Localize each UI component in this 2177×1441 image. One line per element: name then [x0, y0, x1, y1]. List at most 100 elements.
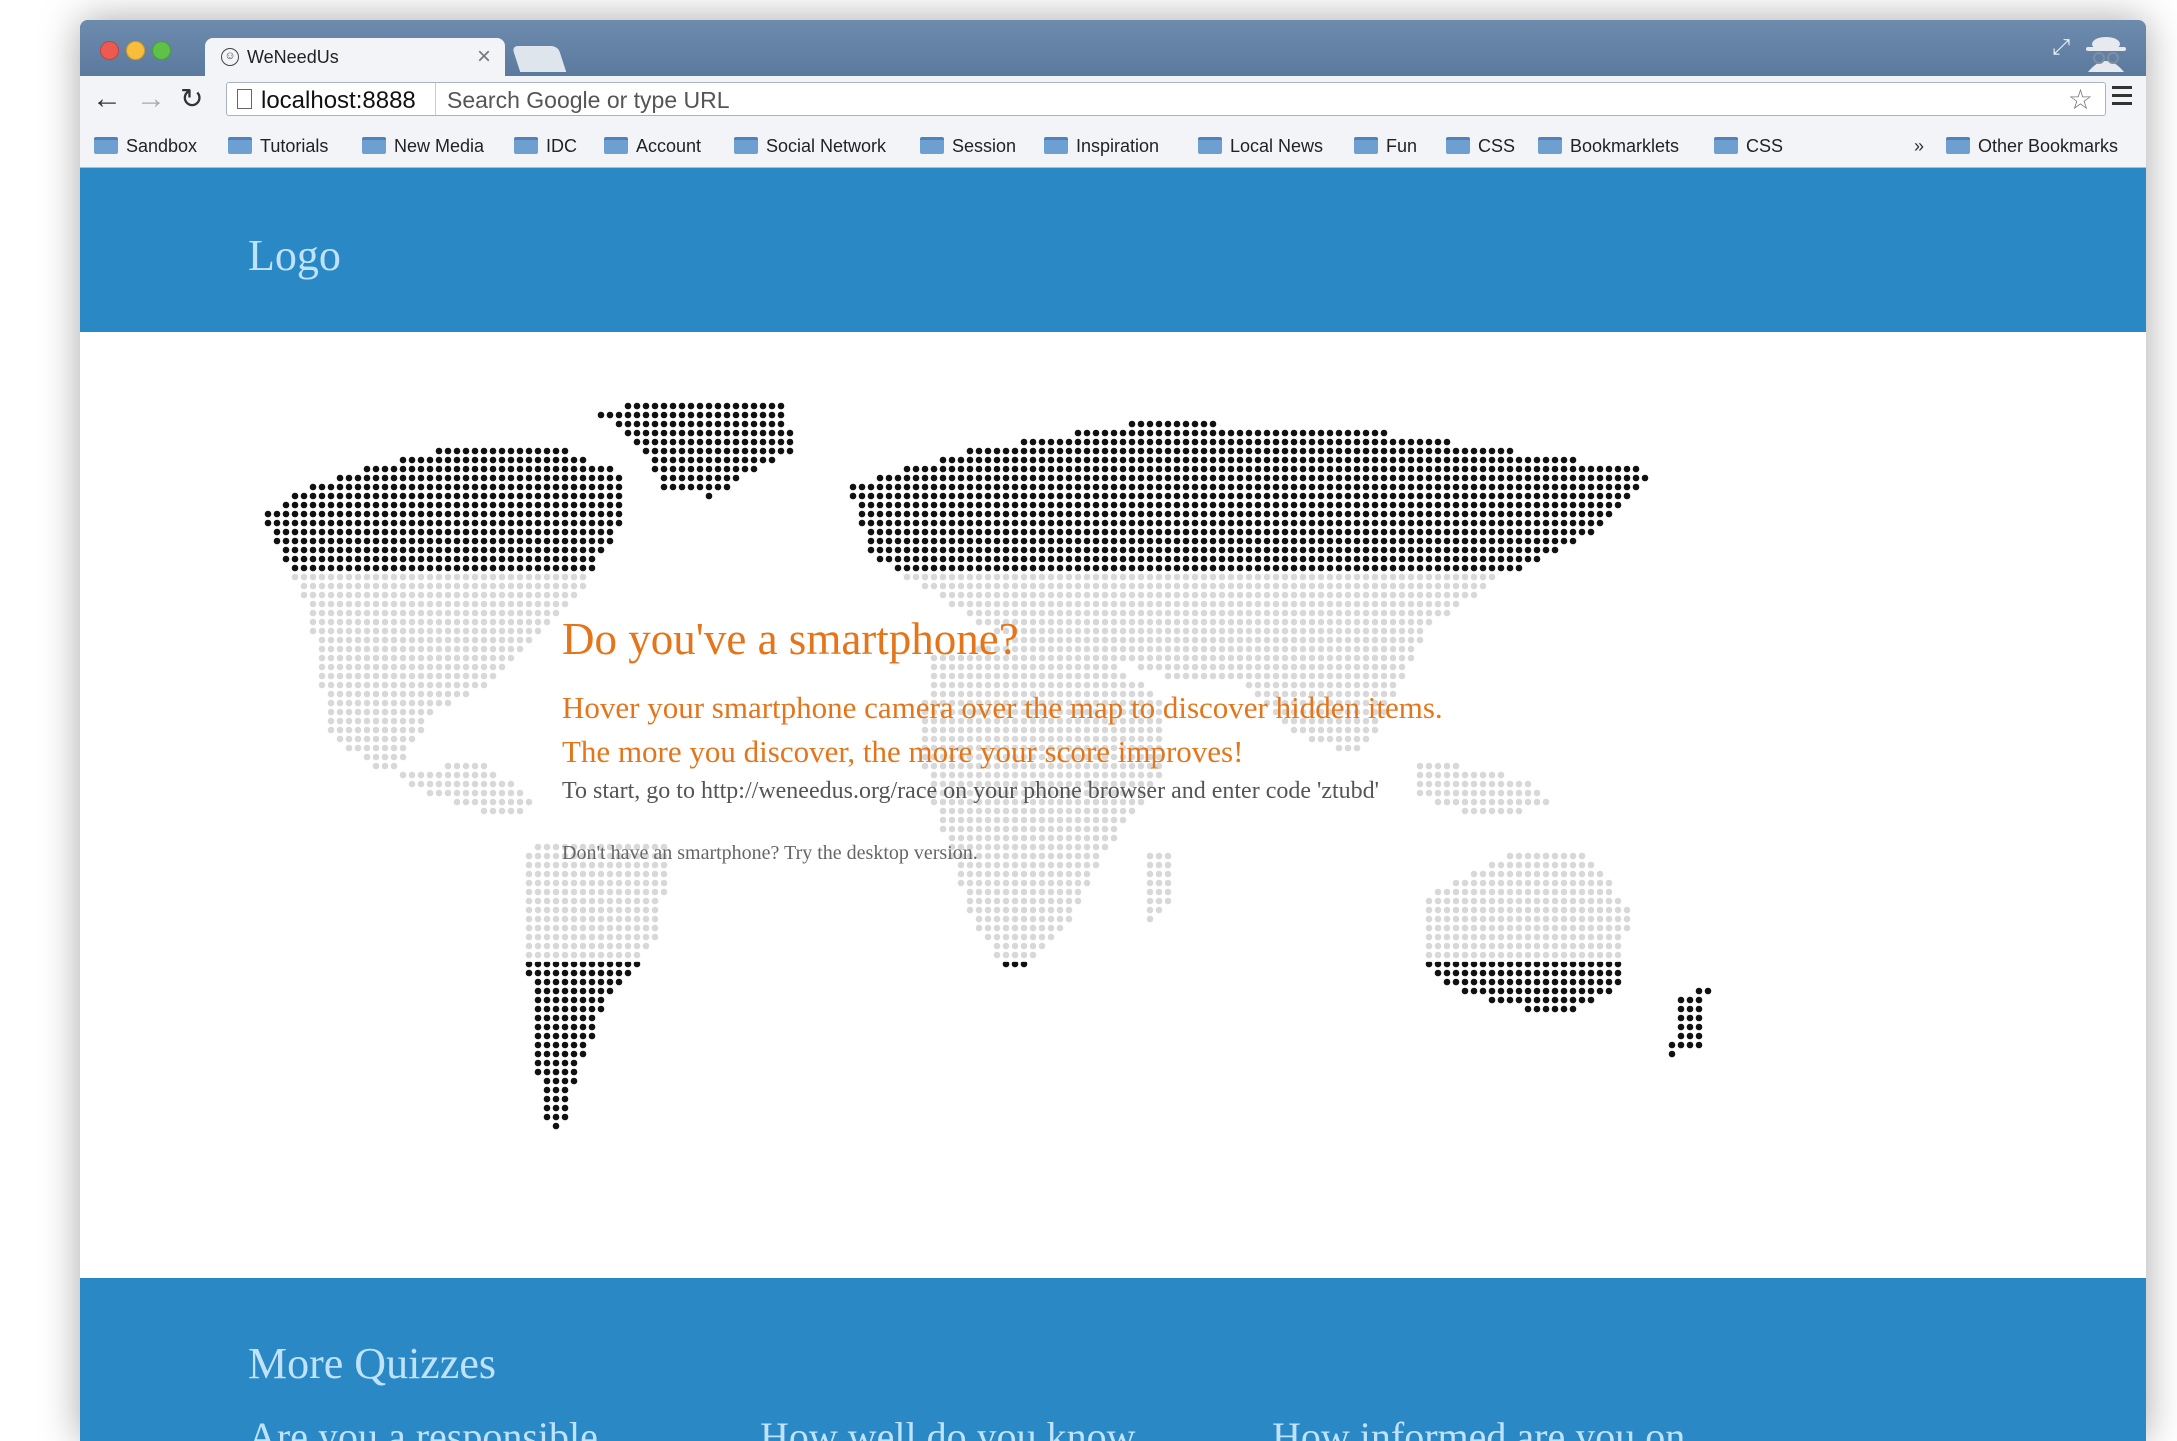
close-window-button[interactable] — [100, 41, 119, 60]
bookmark-fun[interactable]: Fun — [1354, 134, 1417, 158]
map-dot — [1416, 528, 1424, 536]
map-dot — [1182, 447, 1190, 455]
map-dot — [1353, 564, 1361, 572]
bookmark-css-2[interactable]: CSS — [1714, 134, 1783, 158]
back-icon[interactable]: ← — [92, 81, 122, 117]
bookmarks-overflow-chevron[interactable]: » — [1914, 134, 1924, 158]
bookmark-new-media[interactable]: New Media — [362, 134, 484, 158]
minimize-window-button[interactable] — [126, 41, 145, 60]
map-dot — [345, 492, 353, 500]
map-dot — [1146, 519, 1154, 527]
map-dot — [1236, 438, 1244, 446]
map-dot — [642, 411, 650, 419]
map-dot — [435, 555, 443, 563]
zoom-window-button[interactable] — [152, 41, 171, 60]
map-dot — [1533, 996, 1541, 1004]
map-dot — [1002, 465, 1010, 473]
map-dot — [1632, 474, 1640, 482]
forward-icon[interactable]: → — [136, 81, 166, 117]
map-dot — [1569, 528, 1577, 536]
map-dot — [1551, 483, 1559, 491]
map-dot — [462, 483, 470, 491]
map-dot — [1083, 519, 1091, 527]
map-dot — [1479, 501, 1487, 509]
bookmark-inspiration[interactable]: Inspiration — [1044, 134, 1159, 158]
new-tab-button[interactable] — [511, 46, 567, 72]
map-dot — [1425, 447, 1433, 455]
map-dot — [426, 483, 434, 491]
map-dot — [1281, 546, 1289, 554]
map-dot — [1452, 528, 1460, 536]
map-dot — [435, 492, 443, 500]
map-dot — [705, 420, 713, 428]
map-dot — [1470, 987, 1478, 995]
map-dot — [1137, 420, 1145, 428]
map-dot — [345, 537, 353, 545]
bookmark-idc[interactable]: IDC — [514, 134, 577, 158]
map-dot — [1254, 564, 1262, 572]
map-dot — [408, 501, 416, 509]
site-logo[interactable]: Logo — [248, 230, 341, 281]
map-dot — [930, 492, 938, 500]
bookmark-sandbox[interactable]: Sandbox — [94, 134, 197, 158]
map-dot — [1398, 438, 1406, 446]
bookmark-bookmarklets[interactable]: Bookmarklets — [1538, 134, 1679, 158]
map-dot — [1542, 987, 1550, 995]
quiz-link-2[interactable]: How well do you know — [760, 1413, 1136, 1441]
map-dot — [606, 465, 614, 473]
map-dot — [588, 465, 596, 473]
fullscreen-icon[interactable]: ⤢ — [2052, 34, 2070, 60]
map-dot — [678, 438, 686, 446]
quiz-link-1[interactable]: Are you a responsible — [248, 1413, 598, 1441]
map-dot — [318, 528, 326, 536]
map-dot — [570, 501, 578, 509]
map-dot — [471, 528, 479, 536]
map-dot — [498, 474, 506, 482]
map-dot — [876, 510, 884, 518]
map-dot — [1326, 546, 1334, 554]
map-dot — [309, 555, 317, 563]
bookmark-session[interactable]: Session — [920, 134, 1016, 158]
bookmark-local-news[interactable]: Local News — [1198, 134, 1323, 158]
map-dot — [1695, 1005, 1703, 1013]
map-dot — [1272, 564, 1280, 572]
tab-weneedus[interactable]: ☺ WeNeedUs × — [205, 38, 505, 76]
omnibox-input[interactable] — [445, 85, 2009, 115]
map-dot — [768, 420, 776, 428]
map-dot — [606, 411, 614, 419]
menu-icon[interactable] — [2112, 86, 2132, 89]
star-icon[interactable]: ☆ — [2068, 83, 2093, 116]
map-dot — [471, 492, 479, 500]
map-dot — [1263, 555, 1271, 563]
omnibox[interactable]: localhost:8888 ☆ — [226, 82, 2106, 116]
map-dot — [597, 537, 605, 545]
tab-close-icon[interactable]: × — [477, 43, 491, 71]
map-dot — [507, 492, 515, 500]
map-dot — [1272, 510, 1280, 518]
map-dot — [1362, 447, 1370, 455]
map-dot — [1353, 537, 1361, 545]
map-dot — [1074, 447, 1082, 455]
map-dot — [552, 501, 560, 509]
map-dot — [1029, 555, 1037, 563]
reload-icon[interactable]: ↻ — [180, 81, 203, 117]
bookmark-social-network[interactable]: Social Network — [734, 134, 886, 158]
map-dot — [903, 519, 911, 527]
bookmark-css[interactable]: CSS — [1446, 134, 1515, 158]
bookmark-tutorials[interactable]: Tutorials — [228, 134, 328, 158]
map-dot — [525, 564, 533, 572]
desktop-version-link[interactable]: Don't have an smartphone? Try the deskto… — [562, 842, 1962, 865]
map-dot — [1488, 537, 1496, 545]
map-dot — [1281, 447, 1289, 455]
map-dot — [1308, 474, 1316, 482]
bookmark-other[interactable]: Other Bookmarks — [1946, 134, 2118, 158]
map-dot — [1092, 564, 1100, 572]
quiz-link-3[interactable]: How informed are you on — [1272, 1413, 1685, 1441]
map-dot — [1281, 555, 1289, 563]
map-dot — [732, 411, 740, 419]
map-dot — [1128, 456, 1136, 464]
map-dot — [1236, 429, 1244, 437]
map-dot — [1020, 456, 1028, 464]
map-dot — [723, 447, 731, 455]
bookmark-account[interactable]: Account — [604, 134, 701, 158]
